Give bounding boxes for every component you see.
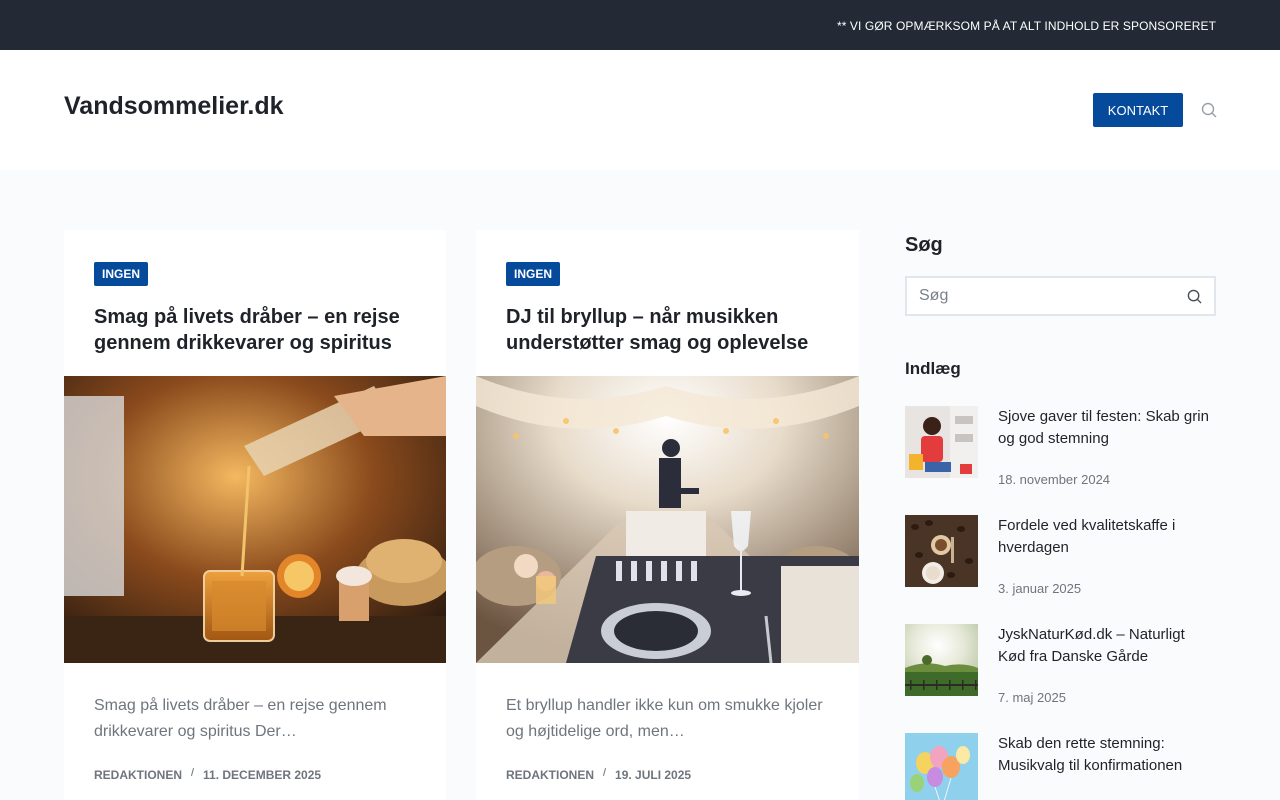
article-excerpt: Et bryllup handler ikke kun om smukke kj… — [506, 697, 823, 740]
post-thumbnail[interactable] — [905, 624, 978, 696]
sidebar-post: Sjove gaver til festen: Skab grin og god… — [905, 406, 1216, 506]
article-title[interactable]: DJ til bryllup – når musikken understøtt… — [506, 304, 836, 356]
site-logo[interactable]: Vandsommelier.dk — [64, 92, 284, 121]
post-date: 7. maj 2025 — [998, 690, 1066, 705]
sidebar-post: JyskNaturKød.dk – Naturligt Kød fra Dans… — [905, 624, 1216, 724]
post-title[interactable]: Fordele ved kvalitetskaffe i hverdagen — [998, 515, 1216, 559]
article-date: 11. DECEMBER 2025 — [203, 768, 322, 782]
post-title[interactable]: Sjove gaver til festen: Skab grin og god… — [998, 406, 1216, 450]
sidebar-post: Skab den rette stemning: Musikvalg til k… — [905, 733, 1216, 800]
meta-separator — [190, 768, 195, 776]
article-image[interactable] — [64, 376, 446, 663]
post-date: 3. januar 2025 — [998, 581, 1082, 596]
post-title[interactable]: JyskNaturKød.dk – Naturligt Kød fra Dans… — [998, 624, 1216, 668]
article-title[interactable]: Smag på livets dråber – en rejse gennem … — [94, 304, 424, 356]
article-excerpt: Smag på livets dråber – en rejse gennem … — [94, 697, 387, 740]
post-thumbnail[interactable] — [905, 733, 978, 800]
article-card: INGEN Smag på livets dråber – en rejse g… — [64, 230, 446, 800]
category-badge[interactable]: INGEN — [506, 262, 561, 286]
posts-heading: Indlæg — [905, 359, 961, 378]
article-meta: REDAKTIONEN 11. DECEMBER 2025 — [94, 768, 321, 782]
article-meta: REDAKTIONEN 19. JULI 2025 — [506, 768, 691, 782]
post-thumbnail[interactable] — [905, 515, 978, 587]
article-author[interactable]: REDAKTIONEN — [94, 768, 182, 782]
article-card: INGEN DJ til bryllup – når musikken unde… — [476, 230, 859, 800]
sponsored-notice: ** VI GØR OPMÆRKSOM PÅ AT ALT INDHOLD ER… — [836, 19, 1216, 33]
article-image[interactable] — [476, 376, 859, 663]
post-thumbnail[interactable] — [905, 406, 978, 478]
top-notice-bar: ** VI GØR OPMÆRKSOM PÅ AT ALT INDHOLD ER… — [0, 0, 1280, 50]
article-date: 19. JULI 2025 — [615, 768, 692, 782]
search-heading: Søg — [905, 234, 943, 256]
meta-separator — [602, 768, 607, 776]
search-icon[interactable] — [1201, 102, 1217, 118]
search-box — [905, 276, 1216, 316]
article-author[interactable]: REDAKTIONEN — [506, 768, 594, 782]
post-date: 18. november 2024 — [998, 472, 1111, 487]
search-icon[interactable] — [1187, 289, 1202, 304]
site-header: Vandsommelier.dk KONTAKT — [0, 50, 1280, 170]
search-input[interactable] — [919, 286, 1179, 306]
contact-button[interactable]: KONTAKT — [1093, 93, 1183, 127]
category-badge[interactable]: INGEN — [94, 262, 149, 286]
post-title[interactable]: Skab den rette stemning: Musikvalg til k… — [998, 733, 1216, 777]
sidebar-post: Fordele ved kvalitetskaffe i hverdagen 3… — [905, 515, 1216, 615]
